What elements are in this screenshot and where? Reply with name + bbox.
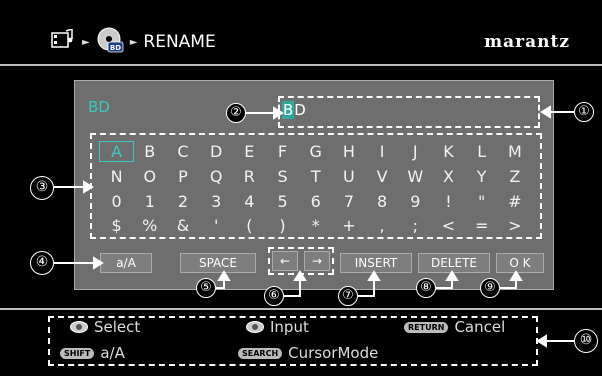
search-hint-label: CursorMode [288,344,379,362]
return-key-icon: RETURN [404,321,449,333]
search-hint: SEARCH CursorMode [238,344,378,362]
shift-hint: SHIFT a/A [60,344,125,362]
callout-1: ① [574,102,594,122]
callout-5: ⑤ [196,278,216,298]
cancel-hint: RETURN Cancel [404,318,505,336]
callout-3: ③ [30,176,54,200]
shift-hint-label: a/A [100,344,125,362]
callout-6: ⑥ [264,286,284,306]
search-key-icon: SEARCH [238,347,283,359]
select-hint: Select [70,318,140,336]
select-hint-label: Select [94,318,141,336]
cursor-pad-icon [70,321,88,333]
shift-key-icon: SHIFT [60,347,95,359]
enter-button-icon [246,321,264,333]
input-hint: Input [246,318,309,336]
callout-4: ④ [30,251,54,275]
callout-2: ② [226,103,246,123]
callout-8: ⑧ [416,278,436,298]
cancel-hint-label: Cancel [454,318,506,336]
input-hint-label: Input [270,318,309,336]
footer-divider [0,308,602,310]
callout-10: ⑩ [574,329,598,353]
callout-7: ⑦ [338,286,358,306]
callout-9: ⑨ [480,278,500,298]
